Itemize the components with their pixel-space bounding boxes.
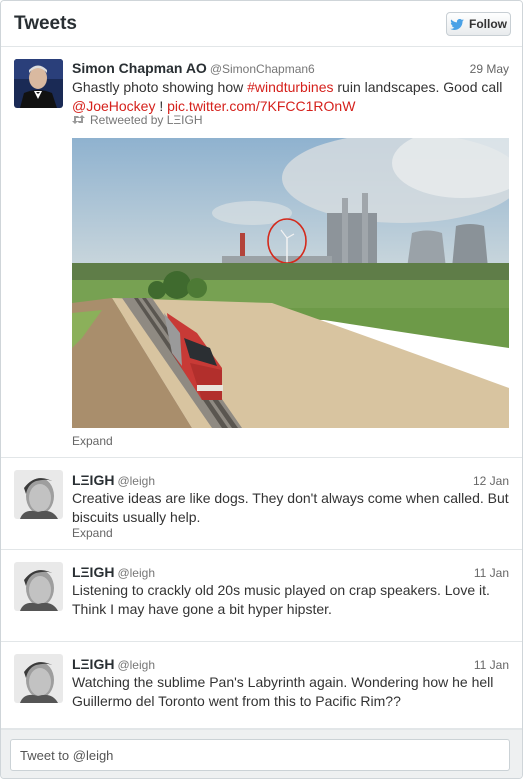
author-handle[interactable]: @SimonChapman6	[210, 62, 315, 76]
retweet-info: Retweeted by LΞIGH	[72, 113, 203, 127]
twitter-bird-icon	[450, 18, 464, 30]
tweets-widget: Tweets Follow Simon Chapman AO @SimonChap…	[0, 0, 523, 779]
tweet-text: Ghastly photo showing how #windturbines …	[72, 78, 509, 116]
widget-header: Tweets Follow	[1, 1, 522, 47]
tweet-text: Listening to crackly old 20s music playe…	[72, 582, 490, 617]
pic-link[interactable]: pic.twitter.com/7KFCC1ROnW	[167, 98, 355, 114]
tweet-item[interactable]: LΞIGH @leigh 11 Jan Listening to crackly …	[1, 551, 522, 642]
hashtag-link[interactable]: #windturbines	[247, 79, 333, 95]
tweet-text: Creative ideas are like dogs. They don't…	[72, 490, 509, 525]
author-name[interactable]: LΞIGH	[72, 656, 114, 672]
tweet-text-part: ruin landscapes. Good call	[333, 79, 503, 95]
tweet-text-part: !	[155, 98, 168, 114]
author-handle[interactable]: @leigh	[117, 658, 155, 672]
author-name[interactable]: LΞIGH	[72, 564, 114, 580]
tweet-date[interactable]: 11 Jan	[474, 658, 509, 672]
tweet-item[interactable]: LΞIGH @leigh 11 Jan Watching the sublime …	[1, 643, 522, 729]
author-name[interactable]: LΞIGH	[72, 472, 114, 488]
tweet-item[interactable]: Simon Chapman AO @SimonChapman6 29 May Gh…	[1, 48, 522, 458]
author-name[interactable]: Simon Chapman AO	[72, 60, 207, 76]
author-handle[interactable]: @leigh	[117, 474, 155, 488]
tweet-date[interactable]: 12 Jan	[473, 474, 509, 488]
avatar[interactable]	[14, 654, 63, 703]
tweet-header: LΞIGH @leigh 12 Jan	[72, 472, 509, 490]
avatar[interactable]	[14, 562, 63, 611]
widget-title: Tweets	[14, 13, 78, 34]
tweet-date[interactable]: 29 May	[470, 62, 509, 76]
tweet-composer-area: Tweet to @leigh	[1, 729, 522, 778]
follow-button[interactable]: Follow	[446, 12, 511, 36]
tweet-item[interactable]: LΞIGH @leigh 12 Jan Creative ideas are li…	[1, 459, 522, 550]
tweet-composer-input[interactable]: Tweet to @leigh	[10, 739, 510, 771]
tweet-text: Watching the sublime Pan's Labyrinth aga…	[72, 674, 494, 709]
mention-link[interactable]: @JoeHockey	[72, 98, 155, 114]
avatar[interactable]	[14, 59, 63, 108]
tweet-header: LΞIGH @leigh 11 Jan	[72, 564, 509, 582]
tweet-photo[interactable]	[72, 138, 509, 428]
expand-link[interactable]: Expand	[72, 526, 113, 540]
tweet-date[interactable]: 11 Jan	[474, 566, 509, 580]
avatar[interactable]	[14, 470, 63, 519]
follow-label: Follow	[469, 17, 507, 31]
author-handle[interactable]: @leigh	[117, 566, 155, 580]
retweet-icon	[72, 113, 85, 127]
expand-link[interactable]: Expand	[72, 434, 113, 448]
tweet-header: Simon Chapman AO @SimonChapman6 29 May	[72, 60, 509, 78]
retweeted-by-label[interactable]: Retweeted by LΞIGH	[90, 113, 203, 127]
tweet-text-part: Ghastly photo showing how	[72, 79, 248, 95]
tweet-header: LΞIGH @leigh 11 Jan	[72, 656, 509, 674]
